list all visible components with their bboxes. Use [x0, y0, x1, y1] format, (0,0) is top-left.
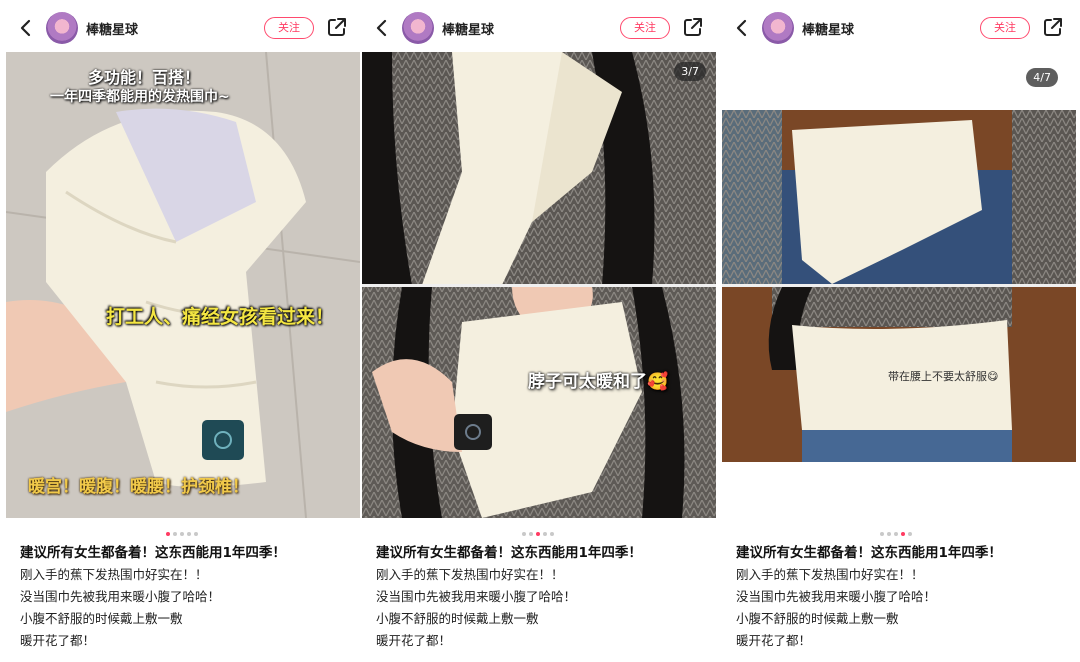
note-text-line: 没当围巾先被我用来暖小腹了哈哈！ [736, 589, 937, 604]
carousel-dot [172, 531, 177, 536]
author-name[interactable]: 棒糖星球 [86, 19, 138, 38]
avatar[interactable] [46, 12, 78, 44]
overlay-title: 多功能！百搭！ [88, 68, 201, 87]
share-icon[interactable] [326, 16, 348, 38]
note-text-line: 刚入手的蕉下发热围巾好实在！！ [20, 567, 208, 582]
back-chevron-icon[interactable] [734, 18, 750, 38]
note-image[interactable]: 多功能！百搭！ 一年四季都能用的发热围巾~ 打工人、痛经女孩看过来！ 暖宫！暖腹… [6, 52, 360, 518]
carousel-dot [886, 531, 891, 536]
note-header: 棒糖星球 关注 [722, 0, 1076, 54]
carousel-dots [520, 523, 555, 536]
share-icon[interactable] [682, 16, 704, 38]
carousel-dot [186, 531, 191, 536]
overlay-subtitle: 一年四季都能用的发热围巾~ [50, 89, 230, 105]
note-text-line: 刚入手的蕉下发热围巾好实在！！ [376, 567, 564, 582]
note-content: 建议所有女生都备着！这东西能用1年四季！ 刚入手的蕉下发热围巾好实在！！ 没当围… [20, 542, 350, 652]
avatar[interactable] [402, 12, 434, 44]
note-content: 建议所有女生都备着！这东西能用1年四季！ 刚入手的蕉下发热围巾好实在！！ 没当围… [376, 542, 706, 652]
note-image[interactable]: 带在腰上不要太舒服😋 [722, 110, 1076, 462]
carousel-dot [179, 531, 184, 536]
scarf-photo [362, 52, 716, 518]
note-text-line: 小腹不舒服的时候戴上敷一敷 [20, 611, 183, 626]
carousel-dots [164, 523, 199, 536]
note-header: 棒糖星球 关注 [6, 0, 360, 54]
carousel-dots [878, 523, 913, 536]
note-header: 棒糖星球 关注 [362, 0, 716, 54]
carousel-dot [165, 531, 170, 536]
note-panel-2: 棒糖星球 关注 3/7 脖子可太暖和了🥰 建议所有女生都备着！这东西能用1年四季… [362, 0, 716, 662]
avatar[interactable] [762, 12, 794, 44]
note-text-line: 暖开花了都！ [20, 633, 96, 648]
back-chevron-icon[interactable] [18, 18, 34, 38]
overlay-caption: 带在腰上不要太舒服😋 [888, 370, 999, 383]
overlay-caption: 打工人、痛经女孩看过来！ [106, 306, 335, 328]
note-image[interactable]: 3/7 脖子可太暖和了🥰 [362, 52, 716, 518]
note-text-line: 没当围巾先被我用来暖小腹了哈哈！ [376, 589, 577, 604]
note-content: 建议所有女生都备着！这东西能用1年四季！ 刚入手的蕉下发热围巾好实在！！ 没当围… [736, 542, 1066, 652]
author-name[interactable]: 棒糖星球 [802, 19, 854, 38]
note-text-line: 刚入手的蕉下发热围巾好实在！！ [736, 567, 924, 582]
note-text-line: 小腹不舒服的时候戴上敷一敷 [376, 611, 539, 626]
image-counter: 4/7 [1026, 68, 1058, 87]
carousel-dot [549, 531, 554, 536]
carousel-dot [907, 531, 912, 536]
carousel-dot [528, 531, 533, 536]
scarf-photo [6, 52, 360, 518]
note-title: 建议所有女生都备着！这东西能用1年四季！ [736, 545, 1002, 561]
carousel-dot [893, 531, 898, 536]
carousel-dot [535, 531, 540, 536]
carousel-dot [193, 531, 198, 536]
belly-photo [722, 110, 1076, 462]
share-icon[interactable] [1042, 16, 1064, 38]
note-text-line: 小腹不舒服的时候戴上敷一敷 [736, 611, 899, 626]
image-counter: 3/7 [674, 62, 706, 81]
note-text-line: 暖开花了都！ [376, 633, 452, 648]
note-panel-3: 棒糖星球 关注 带在腰上不要太舒服😋 4/7 建议所有女生都备着！这东西能用1年… [722, 0, 1076, 662]
carousel-dot [521, 531, 526, 536]
follow-button[interactable]: 关注 [264, 17, 314, 39]
back-chevron-icon[interactable] [374, 18, 390, 38]
overlay-caption: 脖子可太暖和了🥰 [528, 372, 669, 392]
follow-button[interactable]: 关注 [620, 17, 670, 39]
carousel-dot [900, 531, 905, 536]
note-text-line: 暖开花了都！ [736, 633, 812, 648]
note-title: 建议所有女生都备着！这东西能用1年四季！ [376, 545, 642, 561]
note-text-line: 没当围巾先被我用来暖小腹了哈哈！ [20, 589, 221, 604]
note-title: 建议所有女生都备着！这东西能用1年四季！ [20, 545, 286, 561]
note-panel-1: 棒糖星球 关注 多功能！百搭！ 一年四季都能用的发热围巾~ 打工人、痛经女孩看过… [6, 0, 360, 662]
carousel-dot [879, 531, 884, 536]
carousel-dot [542, 531, 547, 536]
follow-button[interactable]: 关注 [980, 17, 1030, 39]
overlay-benefits: 暖宫！暖腹！暖腰！护颈椎！ [28, 477, 249, 497]
author-name[interactable]: 棒糖星球 [442, 19, 494, 38]
